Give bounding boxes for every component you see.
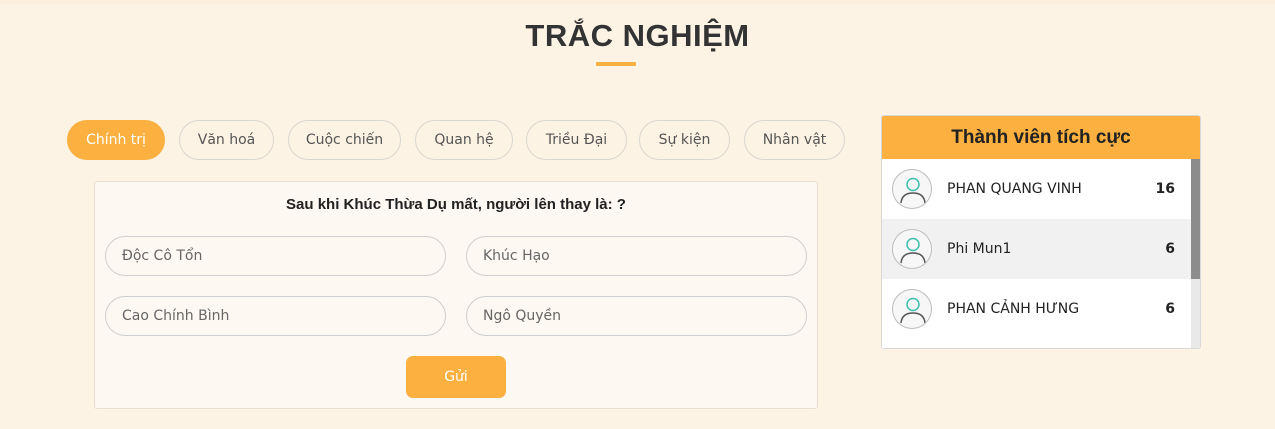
answer-option[interactable]: Khúc Hạo xyxy=(466,236,807,276)
user-avatar-icon xyxy=(892,229,932,269)
tab-chinh-tri[interactable]: Chính trị xyxy=(67,120,165,160)
member-name: PHAN QUANG VINH xyxy=(947,181,1082,197)
member-score: 6 xyxy=(1165,301,1175,317)
tab-cuoc-chien[interactable]: Cuộc chiến xyxy=(288,120,401,160)
panel-title: Thành viên tích cực xyxy=(882,116,1200,159)
tab-quan-he[interactable]: Quan hệ xyxy=(415,120,513,160)
submit-button[interactable]: Gửi xyxy=(406,356,506,398)
active-members-panel: Thành viên tích cực PHAN QUANG VINH 16 P… xyxy=(881,115,1201,349)
member-list: PHAN QUANG VINH 16 Phi Mun1 6 PHAN CẢNH … xyxy=(882,159,1191,348)
tab-trieu-dai[interactable]: Triều Đại xyxy=(526,120,627,160)
tab-van-hoa[interactable]: Văn hoá xyxy=(179,120,274,160)
page-title: TRẮC NGHIỆM xyxy=(525,18,750,53)
top-strip xyxy=(0,0,1275,4)
answer-option[interactable]: Độc Cô Tổn xyxy=(105,236,446,276)
answer-option[interactable]: Ngô Quyền xyxy=(466,296,807,336)
member-row[interactable]: PHAN CẢNH HƯNG 6 xyxy=(882,279,1191,339)
member-row[interactable]: Phi Mun1 6 xyxy=(882,219,1191,279)
question-text: Sau khi Khúc Thừa Dụ mất, người lên thay… xyxy=(286,196,626,213)
member-name: PHAN CẢNH HƯNG xyxy=(947,301,1080,317)
member-list-scrollbar[interactable] xyxy=(1191,159,1200,348)
tab-nhan-vat[interactable]: Nhân vật xyxy=(744,120,845,160)
answer-option[interactable]: Cao Chính Bình xyxy=(105,296,446,336)
tab-su-kien[interactable]: Sự kiện xyxy=(639,120,730,160)
member-score: 16 xyxy=(1155,181,1175,197)
member-name: Phi Mun1 xyxy=(947,241,1012,257)
user-avatar-icon xyxy=(892,169,932,209)
scrollbar-thumb[interactable] xyxy=(1191,159,1200,279)
member-row[interactable]: PHAN QUANG VINH 16 xyxy=(882,159,1191,219)
quiz-card: Sau khi Khúc Thừa Dụ mất, người lên thay… xyxy=(94,181,818,409)
member-score: 6 xyxy=(1165,241,1175,257)
user-avatar-icon xyxy=(892,289,932,329)
title-underline xyxy=(596,62,636,66)
